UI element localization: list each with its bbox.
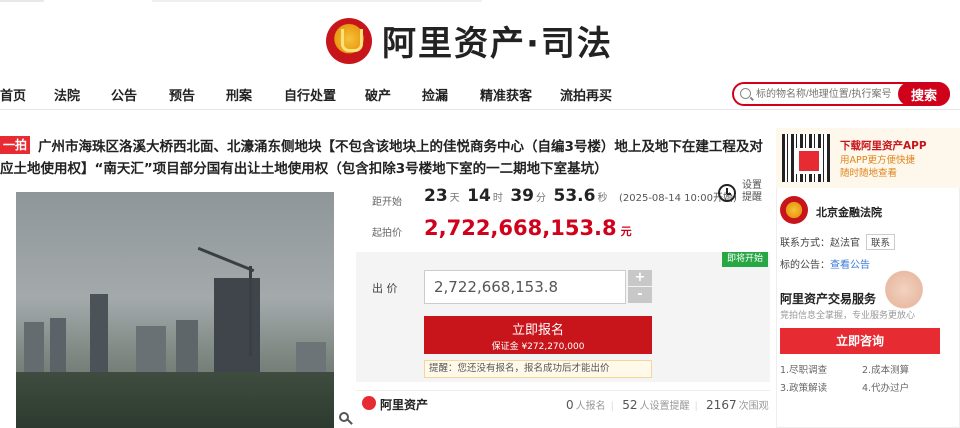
photo-building xyxy=(176,320,198,374)
countdown-minutes: 39 xyxy=(510,186,535,206)
service-desc: 竞拍信息全掌握，专业服务更放心 xyxy=(780,311,916,321)
platform-name: 阿里资产 xyxy=(380,398,429,412)
search-box: 搜索 xyxy=(732,82,950,106)
photo-crane xyxy=(249,266,252,356)
photo-building xyxy=(296,342,326,374)
countdown-hours-unit: 时 xyxy=(492,193,503,204)
top-tab-line-left xyxy=(0,0,44,2)
start-price-value: 2,722,668,153.8 xyxy=(424,216,617,240)
nav-item-announcements[interactable]: 公告 xyxy=(111,85,137,104)
contact-button[interactable]: 联系 xyxy=(866,234,896,250)
top-border xyxy=(0,0,960,2)
nav-item-home[interactable]: 首页 xyxy=(0,85,26,104)
view-notice-link[interactable]: 查看公告 xyxy=(830,260,870,271)
top-tab-line-right xyxy=(152,0,482,2)
bid-label: 出 价 xyxy=(372,282,398,295)
status-badge: 即将开始 xyxy=(722,252,768,267)
nav-item-relisted[interactable]: 流拍再买 xyxy=(560,85,612,104)
item-title: 广州市海珠区洛溪大桥西北面、北濠涌东侧地块【不包含该地块上的佳悦商务中心（自编3… xyxy=(0,139,763,177)
nav-item-previews[interactable]: 预告 xyxy=(169,85,195,104)
photo-building xyxy=(90,294,108,374)
nav-item-criminal[interactable]: 刑案 xyxy=(226,85,252,104)
countdown-minutes-unit: 分 xyxy=(536,193,547,204)
ali-asset-logo-icon xyxy=(362,396,376,410)
court-emblem-icon xyxy=(326,18,372,64)
auction-stats: 0 人报名 | 52 人设置提醒 | 2167 次围观 xyxy=(566,397,769,412)
auction-round-badge: 一拍 xyxy=(0,136,30,154)
deposit-amount: 保证金 ¥272,270,000 xyxy=(491,342,585,352)
app-desc-line2: 随时随地查看 xyxy=(840,168,898,179)
court-name[interactable]: 北京金融法院 xyxy=(816,204,882,220)
nav-item-precise-leads[interactable]: 精准获客 xyxy=(480,85,532,104)
contact-label: 联系方式：赵法官 xyxy=(780,238,860,249)
countdown-days: 23 xyxy=(424,186,448,206)
stats-divider: | xyxy=(610,401,615,412)
service-link-due-diligence[interactable]: 1.尽职调查 xyxy=(780,362,827,376)
start-price-label: 起拍价 xyxy=(372,228,402,239)
nav-item-bargains[interactable]: 捡漏 xyxy=(422,85,448,104)
search-icon xyxy=(740,88,751,99)
decrease-bid-button[interactable]: - xyxy=(628,287,652,303)
search-button[interactable]: 搜索 xyxy=(898,82,950,106)
court-contact: 联系方式：赵法官 联系 xyxy=(780,234,896,250)
alarm-clock-icon[interactable] xyxy=(718,184,736,202)
countdown-seconds-unit: 秒 xyxy=(597,193,608,204)
court-emblem-small-icon xyxy=(780,196,808,224)
countdown-hours: 14 xyxy=(467,186,491,206)
service-link-transfer[interactable]: 4.代办过户 xyxy=(862,380,909,394)
search-input[interactable] xyxy=(756,86,906,102)
brand-title[interactable]: 阿里资产·司法 xyxy=(382,16,613,65)
app-desc-line1: 用APP更方便快捷 xyxy=(840,155,915,166)
photo-trees xyxy=(16,372,334,428)
site-header: 阿里资产·司法 xyxy=(0,14,960,70)
divider xyxy=(356,390,770,391)
countdown: 23 天 14 时 39 分 53.6 秒 (2025-08-14 10:00开始) xyxy=(424,186,737,206)
countdown-seconds: 53.6 xyxy=(553,186,596,206)
bid-amount-input[interactable] xyxy=(424,270,626,304)
views-label: 次围观 xyxy=(738,401,769,412)
views-count: 2167 xyxy=(706,398,737,412)
court-notice: 标的公告：查看公告 xyxy=(780,256,870,271)
register-button-label: 立即报名 xyxy=(511,323,564,338)
nav-item-bankruptcy[interactable]: 破产 xyxy=(365,85,391,104)
stats-divider: | xyxy=(694,401,698,412)
countdown-days-unit: 天 xyxy=(449,193,460,204)
start-price-unit: 元 xyxy=(620,225,632,238)
app-download-desc: 用APP更方便快捷 随时随地查看 xyxy=(840,154,915,180)
zoom-icon[interactable] xyxy=(339,412,353,426)
service-title: 阿里资产交易服务 xyxy=(780,292,877,306)
service-link-policy[interactable]: 3.政策解读 xyxy=(780,380,827,394)
register-button[interactable]: 立即报名 保证金 ¥272,270,000 xyxy=(424,316,652,354)
photo-building xyxy=(50,318,66,374)
photo-building xyxy=(24,322,44,374)
increase-bid-button[interactable]: + xyxy=(628,270,652,286)
start-price: 2,722,668,153.8 元 xyxy=(424,216,632,240)
nav-item-courts[interactable]: 法院 xyxy=(54,85,80,104)
qr-code-icon xyxy=(782,134,830,182)
service-link-cost-estimate[interactable]: 2.成本测算 xyxy=(862,362,909,376)
nav-item-self-disposal[interactable]: 自行处置 xyxy=(284,85,336,104)
register-tip: 提醒：您还没有报名，报名成功后才能出价 xyxy=(424,360,652,378)
reminder-count: 52 xyxy=(622,398,638,412)
app-download-title[interactable]: 下载阿里资产APP xyxy=(840,138,927,153)
countdown-label: 距开始 xyxy=(372,197,402,208)
photo-building xyxy=(136,326,166,374)
registered-count: 0 xyxy=(566,398,574,412)
item-photo[interactable] xyxy=(16,192,334,428)
set-reminder-link[interactable]: 设置提醒 xyxy=(742,180,766,204)
registered-label: 人报名 xyxy=(575,401,606,412)
notice-label: 标的公告： xyxy=(780,260,830,271)
consult-button[interactable]: 立即咨询 xyxy=(780,328,940,354)
reminder-label: 人设置提醒 xyxy=(639,401,690,412)
